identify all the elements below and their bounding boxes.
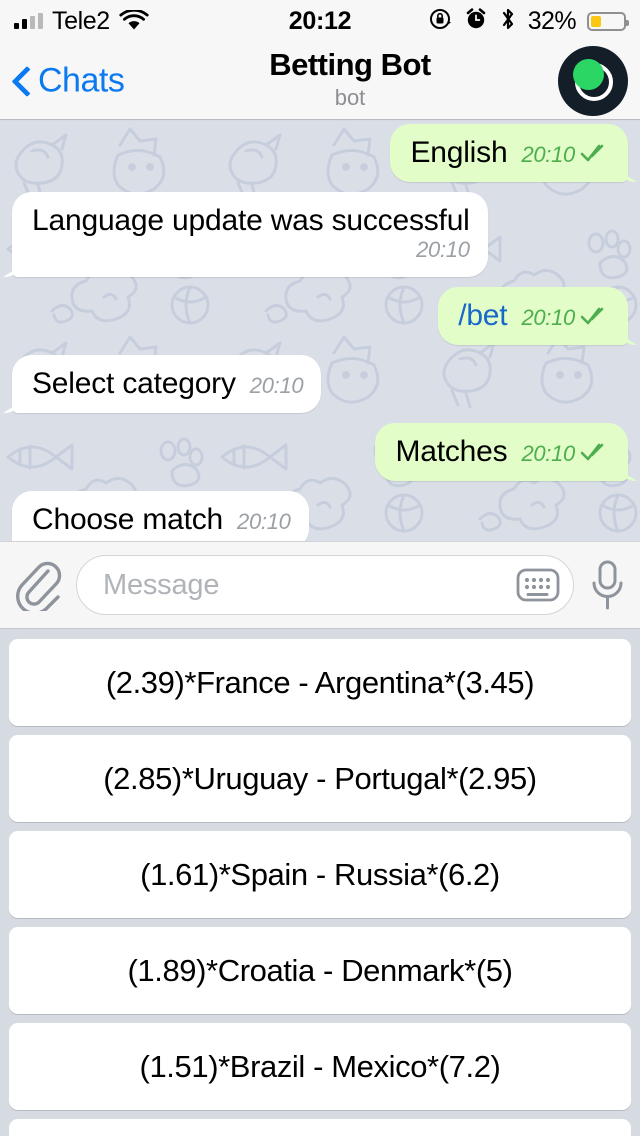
chat-scroll-area[interactable]: English 20:10 Language update was succes… <box>0 121 640 541</box>
chat-title-block[interactable]: Betting Bot bot <box>170 46 530 112</box>
message-text: Select category <box>32 367 236 400</box>
message-time: 20:10 <box>521 142 575 167</box>
message-bubble-outgoing[interactable]: English 20:10 <box>390 124 628 182</box>
read-receipt-icon <box>580 306 610 331</box>
bot-keyboard-button-label: (2.39)*France - Argentina*(3.45) <box>105 664 535 700</box>
message-row: Choose match 20:10 <box>0 486 640 541</box>
keyboard-icon[interactable] <box>515 565 561 605</box>
wifi-icon <box>119 10 149 32</box>
message-input-bar: Message <box>0 541 640 629</box>
message-time: 20:10 <box>521 305 575 330</box>
message-time: 20:10 <box>249 373 304 398</box>
message-meta: 20:10 <box>521 305 610 334</box>
message-text: English <box>410 136 508 169</box>
message-meta: 20:10 <box>521 142 610 171</box>
paperclip-icon[interactable] <box>14 559 62 611</box>
bluetooth-icon <box>499 6 517 37</box>
microphone-icon[interactable] <box>588 557 626 613</box>
message-list: English 20:10 Language update was succes… <box>0 121 640 541</box>
signal-bars-icon <box>14 13 43 29</box>
message-bubble-outgoing[interactable]: Matches 20:10 <box>375 423 628 481</box>
read-receipt-icon <box>580 143 610 168</box>
bot-keyboard-button[interactable]: (1.61)*Spain - Russia*(6.2) <box>9 831 631 918</box>
status-bar: Tele2 20:12 32% <box>0 0 640 42</box>
message-bubble-incoming[interactable]: Select category 20:10 <box>12 355 322 413</box>
message-bubble-outgoing[interactable]: /bet 20:10 <box>438 287 628 345</box>
bot-keyboard-button[interactable]: (1.89)*Croatia - Denmark*(5) <box>9 927 631 1014</box>
message-meta: 20:10 <box>237 509 291 538</box>
message-time: 20:10 <box>416 237 470 262</box>
bot-keyboard-button[interactable]: (1.51)*Brazil - Mexico*(7.2) <box>9 1023 631 1110</box>
nav-bar: Chats Betting Bot bot <box>0 42 640 120</box>
message-bubble-incoming[interactable]: Language update was successful 20:10 <box>12 192 488 277</box>
message-row: Select category 20:10 <box>0 350 640 418</box>
message-meta: 20:10 <box>250 373 304 402</box>
status-bar-left: Tele2 <box>14 7 149 36</box>
message-meta: 20:10 <box>416 237 470 266</box>
search-input[interactable]: Message <box>76 555 574 615</box>
read-receipt-icon <box>580 442 610 467</box>
rotation-lock-icon <box>429 7 453 36</box>
status-bar-right: 32% <box>429 6 629 37</box>
message-meta: 20:10 <box>521 441 610 470</box>
message-bubble-incoming[interactable]: Choose match 20:10 <box>12 491 309 541</box>
chevron-left-icon <box>14 66 30 96</box>
bot-keyboard-button[interactable]: (2.85)*Uruguay - Portugal*(2.95) <box>9 735 631 822</box>
message-row: Matches 20:10 <box>0 418 640 486</box>
message-text: Choose match <box>32 503 224 536</box>
message-text: Language update was successful <box>32 204 470 237</box>
back-button-label: Chats <box>38 61 125 99</box>
bot-keyboard-button-label: (1.61)*Spain - Russia*(6.2) <box>140 856 500 892</box>
message-time: 20:10 <box>521 441 575 466</box>
message-time: 20:10 <box>237 509 291 534</box>
bot-keyboard-button-label: (2.85)*Uruguay - Portugal*(2.95) <box>103 760 537 796</box>
chat-subtitle: bot <box>334 85 366 110</box>
bot-keyboard-button-label: (1.89)*Croatia - Denmark*(5) <box>127 952 513 988</box>
message-row: Language update was successful 20:10 <box>0 187 640 282</box>
battery-icon <box>587 11 629 31</box>
bot-keyboard-button[interactable] <box>9 1119 631 1136</box>
battery-percent-label: 32% <box>527 6 577 35</box>
back-to-chats-button[interactable]: Chats <box>14 61 125 100</box>
message-row: English 20:10 <box>0 121 640 187</box>
message-row: /bet 20:10 <box>0 282 640 350</box>
bot-keyboard-button-label: (1.51)*Brazil - Mexico*(7.2) <box>139 1048 501 1084</box>
alarm-clock-icon <box>464 7 488 36</box>
avatar[interactable] <box>558 45 628 116</box>
message-input-placeholder: Message <box>103 568 220 601</box>
bot-custom-keyboard: (2.39)*France - Argentina*(3.45) (2.85)*… <box>0 630 640 1136</box>
message-text: Matches <box>395 435 508 468</box>
telegram-chat-screen: Tele2 20:12 32% Chats Betting Bot bot En… <box>0 0 640 1136</box>
page-title: Betting Bot <box>269 47 431 82</box>
message-text[interactable]: /bet <box>458 298 507 334</box>
carrier-label: Tele2 <box>52 6 110 35</box>
avatar-dot <box>573 58 604 90</box>
bot-keyboard-button[interactable]: (2.39)*France - Argentina*(3.45) <box>9 639 631 726</box>
